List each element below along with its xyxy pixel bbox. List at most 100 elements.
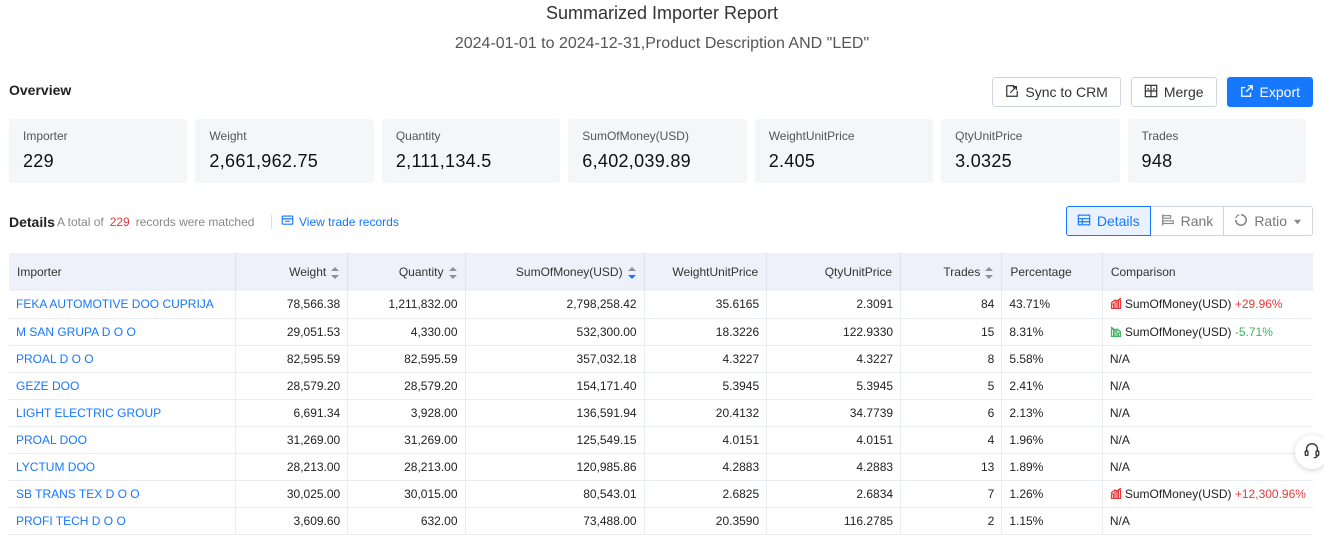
cell-quantity: 30,015.00: [347, 480, 466, 507]
sort-icon[interactable]: [985, 266, 994, 279]
column-header-percentage: Percentage: [1001, 253, 1103, 291]
stat-card-importer: Importer 229: [9, 119, 188, 183]
cell-sum-of-money: 73,488.00: [465, 507, 645, 534]
customer-service-button[interactable]: [1295, 435, 1324, 469]
sync-crm-label: Sync to CRM: [1025, 84, 1108, 100]
chevron-down-icon: [1293, 213, 1302, 229]
cell-weight-unit-price: 4.2883: [644, 453, 768, 480]
table-row: LIGHT ELECTRIC GROUP 6,691.34 3,928.00 136,…: [9, 399, 1313, 426]
importer-name-link[interactable]: LIGHT ELECTRIC GROUP: [9, 399, 237, 426]
header-label: Quantity: [398, 265, 444, 279]
export-button[interactable]: Export: [1226, 77, 1313, 107]
column-header-quantity[interactable]: Quantity: [347, 253, 466, 291]
sync-crm-button[interactable]: Sync to CRM: [992, 77, 1121, 107]
cell-trades: 7: [900, 480, 1003, 507]
cell-percentage: 8.31%: [1001, 318, 1103, 345]
merge-label: Merge: [1163, 84, 1204, 100]
cell-quantity: 28,579.20: [347, 372, 466, 399]
table-body: FEKA AUTOMOTIVE DOO CUPRIJA 78,566.38 1,21…: [9, 291, 1313, 534]
view-trade-records-link[interactable]: View trade records: [281, 214, 399, 230]
comparison-label: SumOfMoney(USD): [1124, 486, 1232, 501]
table-row: SB TRANS TEX D O O 30,025.00 30,015.00 80,5…: [9, 480, 1313, 507]
cell-trades: 8: [900, 345, 1003, 372]
cell-comparison: N/A: [1102, 453, 1313, 480]
cell-weight-unit-price: 35.6165: [644, 291, 768, 318]
cell-comparison: SumOfMoney(USD) +29.96%: [1102, 291, 1313, 318]
cell-weight-unit-price: 20.3590: [644, 507, 768, 534]
importer-name-link[interactable]: PROFI TECH D O O: [9, 507, 237, 534]
trend-down-icon: [1110, 326, 1122, 337]
stat-value: 6,402,039.89: [582, 151, 691, 171]
cell-comparison: N/A: [1102, 372, 1313, 399]
details-view-button[interactable]: Details: [1065, 206, 1151, 236]
rank-view-button[interactable]: Rank: [1149, 206, 1225, 236]
overview-bar: Overview Sync to CRM Merge Export: [9, 76, 1313, 108]
header-label: Weight: [289, 265, 327, 279]
cell-quantity: 3,928.00: [347, 399, 466, 426]
stat-label: Weight: [209, 129, 247, 143]
cell-sum-of-money: 2,798,258.42: [465, 291, 645, 318]
cell-weight: 78,566.38: [235, 291, 349, 318]
view-trade-records-label: View trade records: [299, 215, 399, 229]
column-header-trades[interactable]: Trades: [900, 253, 1003, 291]
comparison-label: SumOfMoney(USD): [1124, 324, 1232, 339]
cell-weight: 82,595.59: [235, 345, 349, 372]
cell-weight: 30,025.00: [235, 480, 349, 507]
comparison-na: N/A: [1109, 351, 1130, 366]
importer-table: Importer Weight Quantity SumOfMoney(USD)…: [9, 253, 1313, 535]
importer-name-link[interactable]: LYCTUM DOO: [9, 453, 237, 480]
stat-value: 2.405: [768, 151, 816, 171]
ratio-ring-icon: [1234, 213, 1248, 230]
comparison-change: +29.96%: [1234, 297, 1283, 312]
header-label: Trades: [943, 265, 981, 279]
importer-name-link[interactable]: GEZE DOO: [9, 372, 237, 399]
trend-up-icon: [1110, 487, 1122, 499]
column-header-weight[interactable]: Weight: [235, 253, 349, 291]
cell-percentage: 2.13%: [1001, 399, 1103, 426]
rank-view-label: Rank: [1180, 213, 1214, 229]
importer-name-link[interactable]: M SAN GRUPA D O O: [9, 318, 237, 345]
overview-title: Overview: [9, 82, 72, 98]
merge-button[interactable]: Merge: [1130, 77, 1217, 107]
cell-weight-unit-price: 4.0151: [644, 426, 768, 453]
header-label: Importer: [17, 265, 62, 279]
table-row: GEZE DOO 28,579.20 28,579.20 154,171.40 5.39…: [9, 372, 1313, 399]
action-buttons: Sync to CRM Merge Export: [992, 77, 1313, 107]
cell-trades: 84: [900, 291, 1003, 318]
sort-icon[interactable]: [448, 266, 457, 279]
cell-weight: 3,609.60: [235, 507, 349, 534]
sort-desc-icon[interactable]: [627, 266, 636, 279]
meta-prefix: A total of: [57, 215, 104, 229]
importer-name-link[interactable]: SB TRANS TEX D O O: [9, 480, 237, 507]
cell-weight-unit-price: 20.4132: [644, 399, 768, 426]
cell-percentage: 43.71%: [1001, 291, 1103, 318]
cell-weight: 6,691.34: [235, 399, 349, 426]
importer-name-link[interactable]: FEKA AUTOMOTIVE DOO CUPRIJA: [9, 291, 237, 318]
stat-label: WeightUnitPrice: [768, 129, 855, 143]
comparison-na: N/A: [1109, 513, 1130, 528]
cell-weight-unit-price: 5.3945: [644, 372, 768, 399]
records-count: 229: [109, 215, 130, 229]
importer-name-link[interactable]: PROAL DOO: [9, 426, 237, 453]
cell-trades: 15: [900, 318, 1003, 345]
importer-name-link[interactable]: PROAL D O O: [9, 345, 237, 372]
cell-weight: 28,213.00: [235, 453, 349, 480]
comparison-na: N/A: [1109, 459, 1130, 474]
sort-icon[interactable]: [331, 266, 340, 279]
stat-label: Trades: [1141, 129, 1179, 143]
cell-weight-unit-price: 2.6825: [644, 480, 768, 507]
cell-sum-of-money: 154,171.40: [465, 372, 645, 399]
sync-crm-icon: [1005, 84, 1019, 101]
trend-up-icon: [1110, 297, 1122, 310]
page-subtitle: 2024-01-01 to 2024-12-31,Product Descrip…: [454, 35, 870, 52]
header-label: Comparison: [1110, 265, 1176, 279]
headset-icon: [1303, 441, 1321, 464]
column-header-sum-of-money[interactable]: SumOfMoney(USD): [465, 253, 645, 291]
ratio-view-button[interactable]: Ratio: [1223, 206, 1313, 236]
cell-weight-unit-price: 4.3227: [644, 345, 768, 372]
table-row: LYCTUM DOO 28,213.00 28,213.00 120,985.86 4.…: [9, 453, 1313, 480]
cell-weight: 31,269.00: [235, 426, 349, 453]
stat-card-quantity: Quantity 2,111,134.5: [381, 119, 561, 183]
stat-label: Quantity: [395, 129, 441, 143]
table-row: FEKA AUTOMOTIVE DOO CUPRIJA 78,566.38 1,21…: [9, 291, 1313, 318]
